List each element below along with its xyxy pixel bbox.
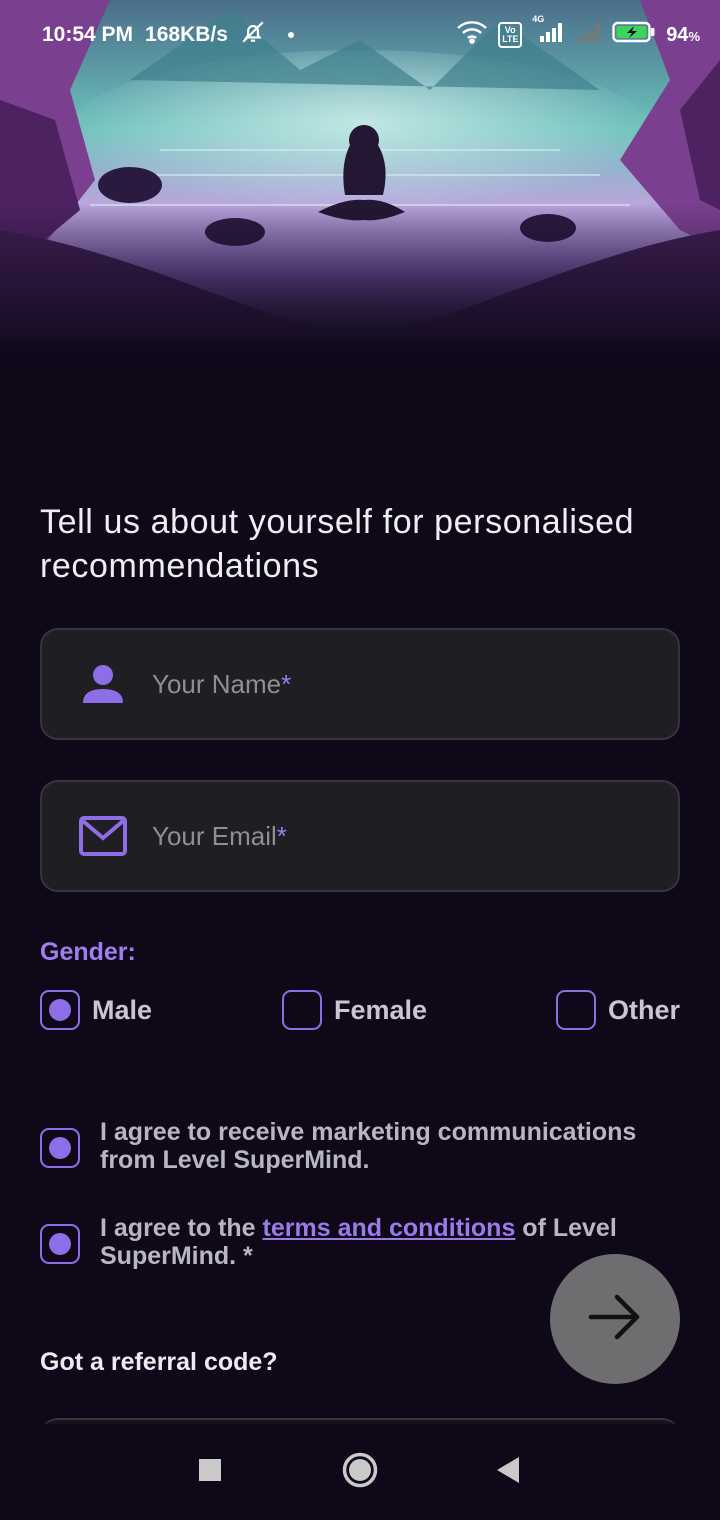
radio-selected-icon[interactable] (40, 990, 80, 1030)
email-field[interactable]: Your Email * (40, 780, 680, 892)
checkbox-checked-icon[interactable] (40, 1224, 80, 1264)
volte-icon: Vo LTE (498, 22, 523, 48)
radio-unselected-icon[interactable] (282, 990, 322, 1030)
recent-apps-icon (198, 1458, 222, 1487)
page-title: Tell us about yourself for personalised … (40, 503, 635, 585)
gender-option-male[interactable]: Male (40, 990, 152, 1030)
back-icon (495, 1456, 521, 1489)
navigation-bar (0, 1424, 720, 1520)
gender-option-other[interactable]: Other (556, 990, 680, 1030)
gender-label: Gender: (40, 938, 136, 966)
signal-icon: 4G (532, 14, 566, 50)
checkbox-checked-icon[interactable] (40, 1128, 80, 1168)
radio-unselected-icon[interactable] (556, 990, 596, 1030)
notification-dot-icon (287, 32, 294, 38)
bell-muted-icon (240, 19, 266, 51)
battery-percent: 94% (666, 23, 700, 46)
network-speed: 168KB/s (145, 23, 228, 46)
signal-weak-icon (576, 20, 602, 50)
gender-option-label: Male (92, 994, 153, 1025)
gender-option-label: Female (334, 994, 428, 1025)
name-field[interactable]: Your Name * (40, 628, 680, 740)
status-bar: 10:54 PM 168KB/s Vo LTE 4G 94% (0, 0, 720, 70)
terms-link[interactable]: terms and conditions (263, 1214, 516, 1242)
marketing-consent[interactable]: I agree to receive marketing communicati… (40, 1118, 680, 1174)
gender-option-female[interactable]: Female (282, 990, 427, 1030)
name-input[interactable] (152, 659, 612, 709)
network-type-label: 4G (532, 14, 545, 24)
arrow-right-icon (587, 1293, 643, 1346)
referral-label: Got a referral code? (40, 1348, 278, 1376)
home-button[interactable] (340, 1452, 380, 1492)
terms-prefix: I agree to the (100, 1214, 263, 1242)
next-button[interactable] (550, 1254, 680, 1384)
gender-radio-group: Male Female Other (40, 990, 680, 1030)
mail-icon (78, 811, 128, 861)
status-time: 10:54 PM (42, 23, 134, 46)
gender-option-label: Other (608, 994, 681, 1025)
email-input[interactable] (152, 811, 612, 861)
recent-apps-button[interactable] (190, 1452, 230, 1492)
wifi-icon (456, 20, 488, 50)
battery-charging-icon (612, 20, 656, 50)
back-button[interactable] (488, 1452, 528, 1492)
marketing-consent-text: I agree to receive marketing communicati… (100, 1118, 637, 1174)
home-icon (341, 1451, 379, 1494)
person-icon (78, 659, 128, 709)
